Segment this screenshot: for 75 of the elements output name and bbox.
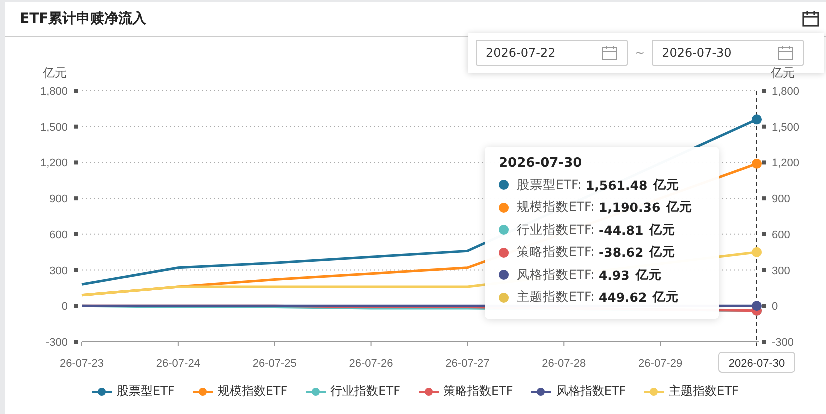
tick-mark <box>74 304 78 308</box>
unit-label: 亿元 <box>636 266 662 284</box>
series-value: 1,561.48 <box>586 178 648 193</box>
y-tick-label: 1,500 <box>40 122 68 134</box>
unit-label: 亿元 <box>654 176 680 194</box>
series-label: 主题指数ETF: <box>517 289 595 306</box>
unit-label: 亿元 <box>650 244 676 262</box>
legend-item[interactable]: 行业指数ETF <box>306 383 400 400</box>
series-label: 风格指数ETF: <box>517 266 595 284</box>
tick-mark <box>762 232 766 236</box>
series-value: -44.81 <box>598 222 644 238</box>
legend-item[interactable]: 风格指数ETF <box>531 383 626 400</box>
y-tick-label: 1,800 <box>40 86 68 98</box>
tick-mark <box>762 124 766 129</box>
series-value: 449.62 <box>598 290 648 306</box>
y-tick-label: -300 <box>772 337 794 349</box>
y-axis-unit: 亿元 <box>771 66 795 80</box>
series-label: 规模指数ETF: <box>517 199 595 216</box>
calendar-icon[interactable] <box>802 10 820 28</box>
tick-mark <box>74 160 78 165</box>
calendar-icon <box>602 46 618 60</box>
y-tick-label: 1,800 <box>772 86 800 98</box>
end-date-field[interactable]: 2026-07-30 <box>652 40 804 66</box>
y-tick-label: 1,200 <box>40 158 68 170</box>
y-axis-unit: 亿元 <box>43 66 67 80</box>
y-tick-label: 300 <box>772 265 790 278</box>
y-tick-label: 900 <box>50 194 68 206</box>
series-value: -38.62 <box>598 245 644 260</box>
x-tick-label: 26-07-24 <box>156 358 200 370</box>
x-tick-label: 26-07-28 <box>542 358 586 370</box>
y-tick-label: 1,500 <box>772 122 800 134</box>
axis-pointer-label: 2026-07-30 <box>718 352 796 373</box>
tick-mark <box>74 124 78 129</box>
y-tick-label: 600 <box>772 229 790 242</box>
tick-mark <box>74 340 78 344</box>
y-tick-label: -300 <box>46 337 68 349</box>
range-separator: ~ <box>635 46 646 60</box>
calendar-icon <box>778 46 794 60</box>
legend-item[interactable]: 规模指数ETF <box>192 383 288 400</box>
y-tick-label: 1,200 <box>772 158 800 170</box>
tick-mark <box>74 268 78 272</box>
tick-mark <box>762 89 766 93</box>
series-value: 1,190.36 <box>598 200 661 216</box>
series-label: 策略指数ETF: <box>517 244 595 262</box>
y-tick-label: 0 <box>772 301 778 314</box>
tick-mark <box>762 196 766 201</box>
series-label: 股票型ETF: <box>517 176 582 194</box>
x-tick-label: 26-07-29 <box>638 358 683 370</box>
y-tick-label: 0 <box>62 301 68 314</box>
legend-item[interactable]: 策略指数ETF <box>418 383 514 400</box>
tick-mark <box>762 340 766 344</box>
tick-mark <box>74 89 78 93</box>
y-tick-label: 600 <box>50 229 68 242</box>
series-value: 4.93 <box>598 268 630 283</box>
x-tick-label: 2026-07-30 <box>728 358 786 370</box>
tick-mark <box>762 160 766 165</box>
x-tick-label: 26-07-26 <box>349 358 394 370</box>
legend-item[interactable]: 股票型ETF <box>92 383 175 400</box>
tick-mark <box>762 268 766 272</box>
legend-item[interactable]: 主题指数ETF <box>644 383 739 400</box>
tick-mark <box>74 196 78 201</box>
tick-mark <box>74 232 78 236</box>
panel-title: ETF累计申赎净流入 <box>20 10 147 28</box>
x-tick-label: 26-07-25 <box>252 358 297 370</box>
series-label: 行业指数ETF: <box>517 222 595 239</box>
start-date-field[interactable]: 2026-07-22 <box>476 40 628 66</box>
x-tick-label: 26-07-27 <box>446 358 490 370</box>
unit-label: 亿元 <box>653 289 680 306</box>
unit-label: 亿元 <box>666 199 693 216</box>
tooltip-title: 2026-07-30 <box>499 156 584 171</box>
y-tick-label: 900 <box>772 194 790 206</box>
y-tick-label: 300 <box>50 265 68 278</box>
x-tick-label: 26-07-23 <box>60 358 104 370</box>
unit-label: 亿元 <box>650 222 676 239</box>
tick-mark <box>762 304 766 308</box>
